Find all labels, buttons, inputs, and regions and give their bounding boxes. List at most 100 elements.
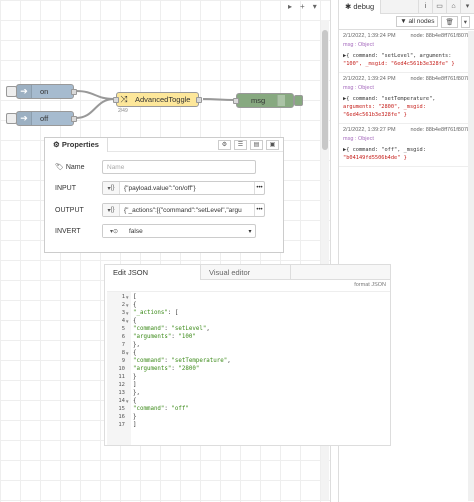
expand-button[interactable]: ••• <box>254 182 264 194</box>
line-number: 13 <box>118 390 125 396</box>
line-number: 14 <box>118 398 125 404</box>
code-line[interactable]: }, <box>133 390 140 396</box>
invert-select[interactable]: ▾ ⊙ false ▾ <box>102 224 256 238</box>
message-timestamp: 2/1/2022, 1:39:24 PM <box>343 33 396 39</box>
fold-toggle-icon[interactable]: ▼ <box>125 399 129 404</box>
chevron-down-icon[interactable]: ▾ <box>245 225 255 237</box>
input-value[interactable]: {"payload.value":"on/off"} <box>120 185 254 192</box>
debug-message[interactable]: 2/1/2022, 1:39:24 PM node: 88b4e8ff761f80… <box>339 73 474 124</box>
output-port[interactable] <box>71 89 77 95</box>
node-status: 2/49 <box>118 108 128 114</box>
settings-icon[interactable]: ⚙ <box>218 139 231 150</box>
message-topic: msg : Object <box>343 42 374 48</box>
code-line[interactable]: "command": "off" <box>133 406 189 412</box>
list-icon[interactable]: ☰ <box>234 139 247 150</box>
chevron-down-icon[interactable]: ▾ <box>460 0 474 14</box>
input-row: INPUT ▾ {} {"payload.value":"on/off"} ••… <box>55 181 265 195</box>
tab-properties[interactable]: ⚙ Properties <box>45 137 108 152</box>
inject-node-off[interactable]: ➔ off <box>6 111 77 126</box>
message-payload[interactable]: ▶{ command: "setTemperature", arguments: … <box>343 95 470 119</box>
code-line[interactable]: "_actions": [ <box>133 310 178 316</box>
name-input[interactable]: Name <box>102 160 256 174</box>
more-button[interactable]: ▾ <box>460 15 470 28</box>
message-payload[interactable]: ▶{ command: "setLevel", arguments: "100",… <box>343 52 470 68</box>
tab-debug[interactable]: ✱ debug <box>339 0 382 14</box>
layout-icon[interactable]: ▣ <box>266 139 279 150</box>
type-select[interactable]: ▾ {} <box>103 182 120 194</box>
code-line[interactable]: ] <box>133 382 137 388</box>
debug-message[interactable]: 2/1/2022, 1:39:24 PM node: 88b4e8ff761f80… <box>339 30 474 73</box>
format-json-button[interactable]: format JSON <box>352 281 388 289</box>
input-typed-field[interactable]: ▾ {} {"payload.value":"on/off"} ••• <box>102 181 265 195</box>
output-port[interactable] <box>196 97 202 103</box>
debug-node-label: msg <box>251 96 266 105</box>
line-number: 2 <box>121 302 125 308</box>
line-number: 6 <box>121 334 125 340</box>
line-number: 9 <box>121 358 125 364</box>
fold-toggle-icon[interactable]: ▼ <box>125 303 129 308</box>
output-value[interactable]: {"_actions":[{"command":"setLevel","argu <box>120 207 254 214</box>
code-line[interactable]: "arguments": "100" <box>133 334 196 340</box>
code-line[interactable]: { <box>133 398 137 404</box>
json-editor-tabs: Edit JSON Visual editor <box>105 265 390 280</box>
message-topic: msg : Object <box>343 136 374 142</box>
scrollbar-thumb[interactable] <box>322 30 328 150</box>
fold-toggle-icon[interactable]: ▼ <box>125 319 129 324</box>
sidebar-scrollbar[interactable] <box>468 31 474 501</box>
line-number: 8 <box>121 350 125 356</box>
code-line[interactable]: ] <box>133 422 137 428</box>
code-line[interactable]: "command": "setTemperature", <box>133 358 231 364</box>
debug-message[interactable]: 2/1/2022, 1:39:27 PM node: 88b4e8ff761f80… <box>339 124 474 167</box>
expand-button[interactable]: ••• <box>254 204 264 216</box>
input-label: INPUT <box>55 184 76 192</box>
arrow-right-icon: ➔ <box>17 112 32 125</box>
name-placeholder: Name <box>107 163 125 171</box>
input-port[interactable] <box>233 98 239 104</box>
message-node-id[interactable]: node: 88b4e8ff761f8078 <box>410 127 470 133</box>
line-number: 17 <box>118 422 125 428</box>
inject-button[interactable] <box>6 86 17 97</box>
invert-label: INVERT <box>55 227 81 235</box>
inject-node-on[interactable]: ➔ on <box>6 84 77 99</box>
fold-toggle-icon[interactable]: ▼ <box>125 351 129 356</box>
input-port[interactable] <box>113 97 119 103</box>
fold-toggle-icon[interactable]: ▼ <box>125 295 129 300</box>
code-line[interactable]: } <box>133 414 137 420</box>
debug-toggle-button[interactable] <box>294 95 303 106</box>
code-line[interactable]: }, <box>133 342 140 348</box>
filter-button[interactable]: ▼ all nodes <box>396 16 439 27</box>
tab-visual-editor[interactable]: Visual editor <box>201 265 291 280</box>
code-line[interactable]: } <box>133 374 137 380</box>
debug-node[interactable]: msg <box>233 93 303 108</box>
type-select[interactable]: ▾ ⊙ <box>103 225 125 237</box>
clipboard-icon[interactable]: ▭ <box>432 0 446 14</box>
inject-button[interactable] <box>6 113 17 124</box>
clear-button[interactable]: 🗑 <box>441 15 458 28</box>
message-node-id[interactable]: node: 88b4e8ff761f8078 <box>410 33 470 39</box>
code-editor[interactable]: 1 ▼[2 ▼ {3 ▼ "_actions": [4 ▼ {5 "command": … <box>107 291 390 445</box>
advanced-toggle-node[interactable]: ⤨ AdvancedToggle <box>113 92 202 107</box>
message-node-id[interactable]: node: 88b4e8ff761f8078 <box>410 76 470 82</box>
info-icon[interactable]: i <box>418 0 432 14</box>
line-number: 1 <box>121 294 125 300</box>
tab-edit-json[interactable]: Edit JSON <box>105 265 201 280</box>
message-timestamp: 2/1/2022, 1:39:27 PM <box>343 127 396 133</box>
message-payload[interactable]: ▶{ command: "off", _msgid: "b04149fd5506b… <box>343 146 470 162</box>
type-select[interactable]: ▾ {} <box>103 204 120 216</box>
code-line[interactable]: { <box>133 350 137 356</box>
dashboard-icon[interactable]: ⌂ <box>446 0 460 14</box>
output-port[interactable] <box>71 116 77 122</box>
line-number: 4 <box>121 318 125 324</box>
code-line[interactable]: "command": "setLevel", <box>133 326 210 332</box>
invert-row: INVERT ▾ ⊙ false ▾ <box>55 224 256 238</box>
code-line[interactable]: { <box>133 302 137 308</box>
output-typed-field[interactable]: ▾ {} {"_actions":[{"command":"setLevel",… <box>102 203 265 217</box>
output-row: OUTPUT ▾ {} {"_actions":[{"command":"set… <box>55 203 265 217</box>
code-line[interactable]: "arguments": "2800" <box>133 366 199 372</box>
code-line[interactable]: { <box>133 318 137 324</box>
shuffle-icon: ⤨ <box>120 94 128 104</box>
payload-line: ▶{ command: "setTemperature", <box>343 96 436 102</box>
fold-toggle-icon[interactable]: ▼ <box>125 311 129 316</box>
code-line[interactable]: [ <box>133 294 137 300</box>
document-icon[interactable]: ▤ <box>250 139 263 150</box>
